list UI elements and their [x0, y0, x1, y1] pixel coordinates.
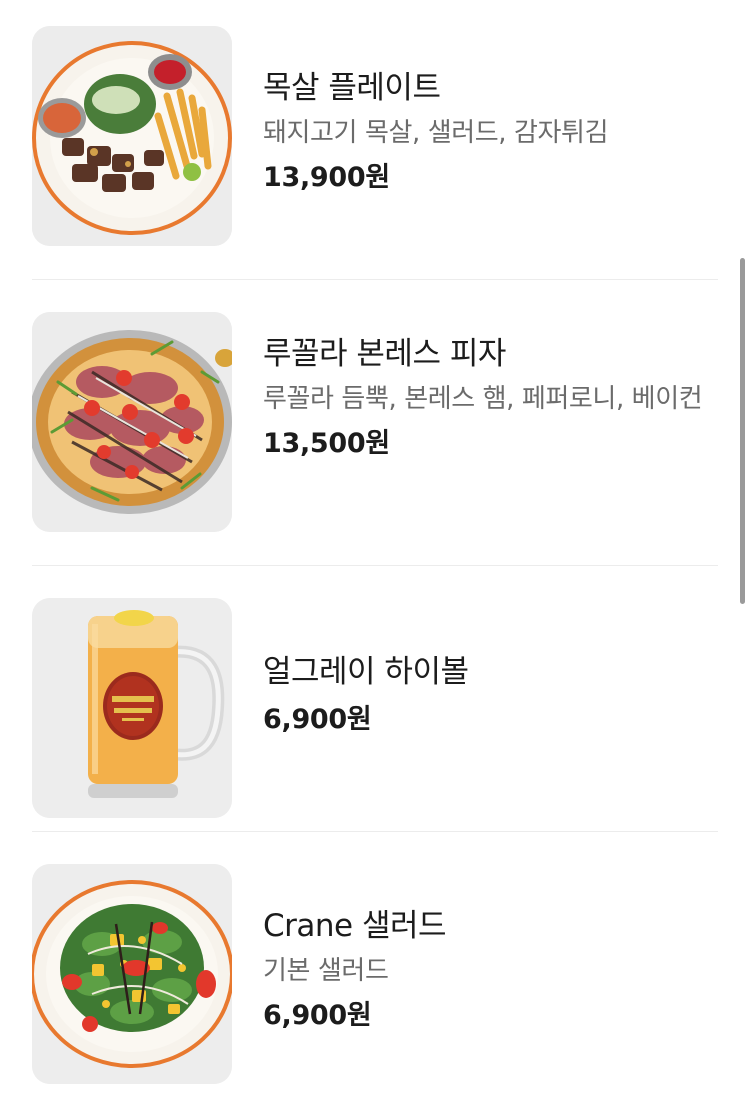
- menu-item-price: 6,900원: [263, 704, 372, 735]
- menu-item-name: 목살 플레이트: [263, 70, 441, 106]
- menu-item-crane-salad[interactable]: Crane 샐러드 기본 샐러드 6,900원: [32, 832, 718, 1112]
- menu-item-price: 13,900원: [263, 162, 390, 193]
- menu-item-info: Crane 샐러드 기본 샐러드 6,900원: [263, 864, 718, 1036]
- menu-item-price: 13,500원: [263, 428, 390, 459]
- menu-item-arugula-pizza[interactable]: 루꼴라 본레스 피자 루꼴라 듬뿍, 본레스 햄, 페퍼로니, 베이컨 13,5…: [32, 280, 718, 566]
- menu-item-info: 목살 플레이트 돼지고기 목살, 샐러드, 감자튀김 13,900원: [263, 26, 718, 198]
- menu-item-description: 돼지고기 목살, 샐러드, 감자튀김: [263, 118, 609, 148]
- menu-item-info: 루꼴라 본레스 피자 루꼴라 듬뿍, 본레스 햄, 페퍼로니, 베이컨 13,5…: [263, 312, 718, 464]
- salad-plate-image: [32, 864, 232, 1084]
- arugula-pizza-image: [32, 312, 232, 532]
- menu-item-pork-plate[interactable]: 목살 플레이트 돼지고기 목살, 샐러드, 감자튀김 13,900원: [32, 0, 718, 280]
- grilled-pork-plate-image: [32, 26, 232, 246]
- menu-item-name: 루꼴라 본레스 피자: [263, 336, 506, 372]
- highball-mug-image: [32, 598, 232, 818]
- menu-item-price: 6,900원: [263, 1000, 372, 1031]
- menu-list: 목살 플레이트 돼지고기 목살, 샐러드, 감자튀김 13,900원 루꼴라 본…: [32, 0, 718, 1112]
- menu-item-description: 기본 샐러드: [263, 956, 389, 986]
- scrollbar[interactable]: [740, 258, 745, 604]
- menu-item-earl-grey-highball[interactable]: 얼그레이 하이볼 6,900원: [32, 566, 718, 832]
- menu-item-name: Crane 샐러드: [263, 908, 447, 944]
- menu-item-name: 얼그레이 하이볼: [263, 654, 469, 690]
- menu-item-info: 얼그레이 하이볼 6,900원: [263, 598, 718, 740]
- menu-item-description: 루꼴라 듬뿍, 본레스 햄, 페퍼로니, 베이컨: [263, 384, 703, 414]
